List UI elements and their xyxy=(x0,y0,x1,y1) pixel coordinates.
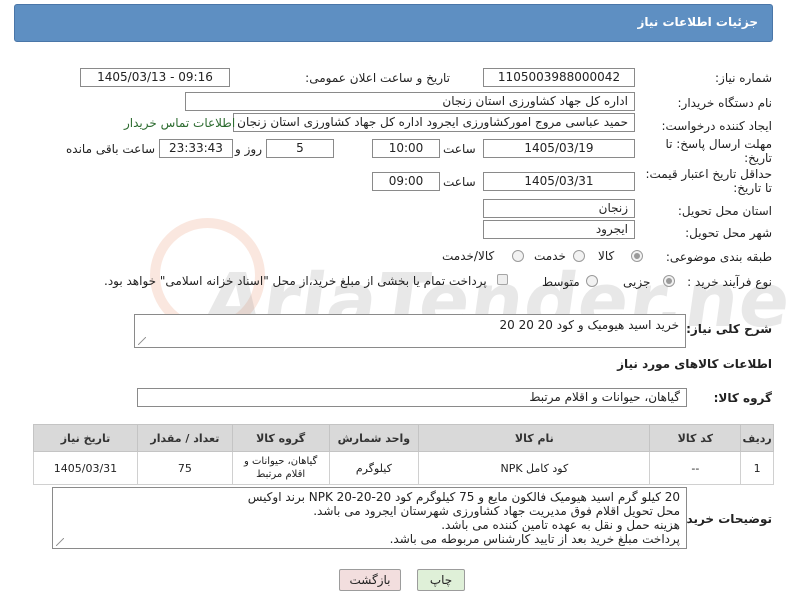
reply-time-label: ساعت xyxy=(443,142,476,156)
page-header: جزئیات اطلاعات نیاز xyxy=(14,4,773,42)
print-button[interactable]: چاپ xyxy=(417,569,465,591)
cell-group: گیاهان، حیوانات و اقلام مرتبط xyxy=(231,451,330,485)
need-number-label: شماره نیاز: xyxy=(715,71,772,85)
description-text: خرید اسید هیومیک و کود 20 20 20 xyxy=(499,318,679,332)
back-button[interactable]: بازگشت xyxy=(339,569,401,591)
process-radio-minor[interactable] xyxy=(663,275,675,287)
buyer-notes-line: هزینه حمل و نقل به عهده تامین کننده می ب… xyxy=(441,518,680,532)
buyer-notes-textarea[interactable]: 20 کیلو گرم اسید هیومیک فالکون مایع و 75… xyxy=(52,487,687,549)
process-option-medium: متوسط xyxy=(542,275,580,289)
buyer-org-field[interactable]: اداره کل جهاد کشاورزی استان زنجان xyxy=(185,92,635,111)
buyer-contact-link[interactable]: اطلاعات تماس خریدار xyxy=(124,116,235,130)
reply-date-field[interactable]: 1405/03/19 xyxy=(483,139,635,158)
table-row[interactable]: 1 -- کود کامل NPK کیلوگرم گیاهان، حیوانا… xyxy=(33,451,774,485)
goods-group-field[interactable]: گیاهان، حیوانات و اقلام مرتبط xyxy=(137,388,687,407)
province-field[interactable]: زنجان xyxy=(483,199,635,218)
creator-label: ایجاد کننده درخواست: xyxy=(661,119,772,133)
category-label: طبقه بندی موضوعی: xyxy=(665,250,772,264)
col-row: ردیف xyxy=(740,424,774,452)
cell-quantity: 75 xyxy=(136,451,233,485)
category-radio-service[interactable] xyxy=(573,250,585,262)
buyer-notes-line: محل تحویل اقلام فوق مدیریت جهاد کشاورزی … xyxy=(313,504,680,518)
category-option-service: خدمت xyxy=(534,249,566,263)
col-group: گروه کالا xyxy=(231,424,330,452)
reply-time-field[interactable]: 10:00 xyxy=(372,139,440,158)
goods-section-title: اطلاعات کالاهای مورد نیاز xyxy=(617,357,772,371)
col-unit: واحد شمارش xyxy=(328,424,420,452)
page-title: جزئیات اطلاعات نیاز xyxy=(637,15,758,29)
resize-grip-icon[interactable] xyxy=(56,538,64,546)
announce-datetime-label: تاریخ و ساعت اعلان عمومی: xyxy=(305,71,450,85)
goods-group-label: گروه کالا: xyxy=(713,391,772,405)
process-label: نوع فرآیند خرید : xyxy=(687,275,772,289)
buyer-notes-line: پرداخت مبلغ خرید بعد از تایید کارشناس مر… xyxy=(389,532,680,546)
price-validity-date-field[interactable]: 1405/03/31 xyxy=(483,172,635,191)
reply-deadline-label-2: تاریخ: xyxy=(744,151,772,165)
need-number-field[interactable]: 1105003988000042 xyxy=(483,68,635,87)
category-radio-goods[interactable] xyxy=(631,250,643,262)
price-validity-time-field[interactable]: 09:00 xyxy=(372,172,440,191)
description-textarea[interactable]: خرید اسید هیومیک و کود 20 20 20 xyxy=(134,314,686,348)
price-validity-time-label: ساعت xyxy=(443,175,476,189)
col-date: تاریخ نیاز xyxy=(33,424,138,452)
cell-date: 1405/03/31 xyxy=(33,451,138,485)
goods-table: ردیف کد کالا نام کالا واحد شمارش گروه کا… xyxy=(33,424,774,485)
resize-grip-icon[interactable] xyxy=(138,337,146,345)
table-header-row: ردیف کد کالا نام کالا واحد شمارش گروه کا… xyxy=(33,424,774,452)
creator-field[interactable]: حمید عباسی مروج امورکشاورزی ایجرود اداره… xyxy=(233,113,635,132)
description-label: شرح کلی نیاز: xyxy=(686,322,772,336)
city-label: شهر محل تحویل: xyxy=(685,226,772,240)
reply-days-field[interactable]: 5 xyxy=(266,139,334,158)
process-option-minor: جزیی xyxy=(623,275,651,289)
buyer-org-label: نام دستگاه خریدار: xyxy=(677,96,773,110)
col-quantity: تعداد / مقدار xyxy=(136,424,233,452)
col-name: نام کالا xyxy=(418,424,651,452)
category-radio-goods-service[interactable] xyxy=(512,250,524,262)
cell-name: کود کامل NPK xyxy=(418,451,651,485)
remaining-time-field[interactable]: 23:33:43 xyxy=(159,139,233,158)
cell-row: 1 xyxy=(740,451,774,485)
province-label: استان محل تحویل: xyxy=(677,204,772,218)
treasury-payment-note: پرداخت تمام یا بخشی از مبلغ خرید،از محل … xyxy=(104,274,487,288)
col-code: کد کالا xyxy=(649,424,742,452)
remaining-time-label: ساعت باقی مانده xyxy=(66,142,156,156)
cell-unit: کیلوگرم xyxy=(328,451,420,485)
reply-days-label: روز و xyxy=(235,142,262,156)
reply-deadline-label: مهلت ارسال پاسخ: تا xyxy=(665,137,772,151)
price-validity-label-2: تا تاریخ: xyxy=(733,181,772,195)
process-radio-medium[interactable] xyxy=(586,275,598,287)
treasury-payment-checkbox[interactable] xyxy=(497,274,508,285)
price-validity-label: حداقل تاریخ اعتبار قیمت: xyxy=(645,167,772,181)
category-option-goods-service: کالا/خدمت xyxy=(442,249,495,263)
buyer-notes-line: 20 کیلو گرم اسید هیومیک فالکون مایع و 75… xyxy=(247,490,680,504)
city-field[interactable]: ایجرود xyxy=(483,220,635,239)
category-option-goods: کالا xyxy=(598,249,615,263)
announce-datetime-field[interactable]: 1405/03/13 - 09:16 xyxy=(80,68,230,87)
cell-code: -- xyxy=(649,451,742,485)
